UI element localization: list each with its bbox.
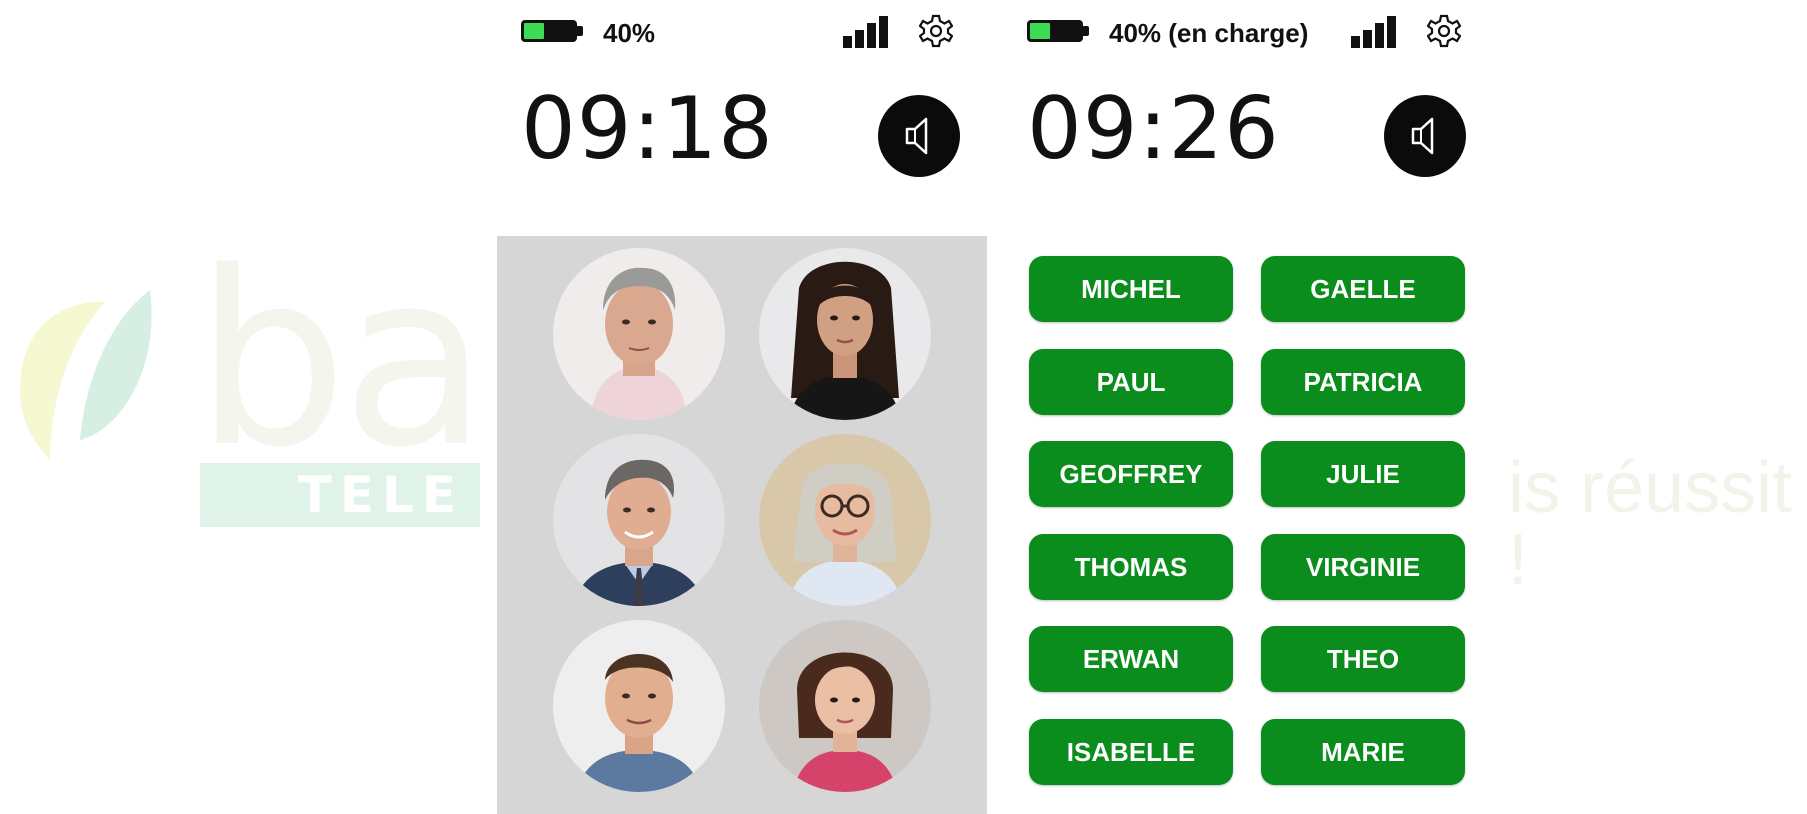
contact-photo-3[interactable] [553, 434, 725, 606]
contact-photo-5[interactable] [553, 620, 725, 792]
contact-button[interactable]: VIRGINIE [1261, 534, 1465, 600]
watermark-brand: ba [195, 220, 488, 500]
clock-time: 09:26 [1027, 79, 1280, 179]
contact-button[interactable]: MARIE [1261, 719, 1465, 785]
phone-screen-photos: 40% 09:18 [497, 0, 987, 814]
contact-button[interactable]: MICHEL [1029, 256, 1233, 322]
signal-bars-icon [843, 14, 895, 50]
speaker-button[interactable] [1384, 95, 1466, 177]
contact-photo-6[interactable] [759, 620, 931, 792]
contact-button[interactable]: ERWAN [1029, 626, 1233, 692]
gear-icon[interactable] [1427, 14, 1461, 48]
status-bar: 40% (en charge) [1027, 14, 1469, 50]
phone-screen-names: 40% (en charge) 09:26 MICHEL GAELLE PAUL… [1003, 0, 1493, 814]
battery-icon [521, 20, 583, 42]
gear-icon[interactable] [919, 14, 953, 48]
contact-button[interactable]: THOMAS [1029, 534, 1233, 600]
watermark-slogan: is réussit ! [1508, 448, 1793, 600]
watermark-band: TELE [200, 463, 480, 527]
battery-percent: 40% (en charge) [1109, 18, 1309, 48]
battery-icon [1027, 20, 1089, 42]
contact-photo-4[interactable] [759, 434, 931, 606]
contact-button[interactable]: JULIE [1261, 441, 1465, 507]
contact-button[interactable]: ISABELLE [1029, 719, 1233, 785]
leaf-logo-icon [20, 290, 152, 460]
contact-photo-1[interactable] [553, 248, 725, 420]
speaker-button[interactable] [878, 95, 960, 177]
contact-photo-grid [497, 236, 987, 814]
contact-button[interactable]: GAELLE [1261, 256, 1465, 322]
speaker-icon [905, 117, 928, 155]
contact-button[interactable]: THEO [1261, 626, 1465, 692]
clock-time: 09:18 [521, 79, 774, 179]
signal-bars-icon [1351, 14, 1403, 50]
contact-photo-2[interactable] [759, 248, 931, 420]
speaker-icon [1411, 117, 1434, 155]
status-bar: 40% [521, 14, 963, 50]
contact-button[interactable]: PATRICIA [1261, 349, 1465, 415]
contact-button[interactable]: PAUL [1029, 349, 1233, 415]
contact-button[interactable]: GEOFFREY [1029, 441, 1233, 507]
battery-percent: 40% [603, 18, 656, 48]
